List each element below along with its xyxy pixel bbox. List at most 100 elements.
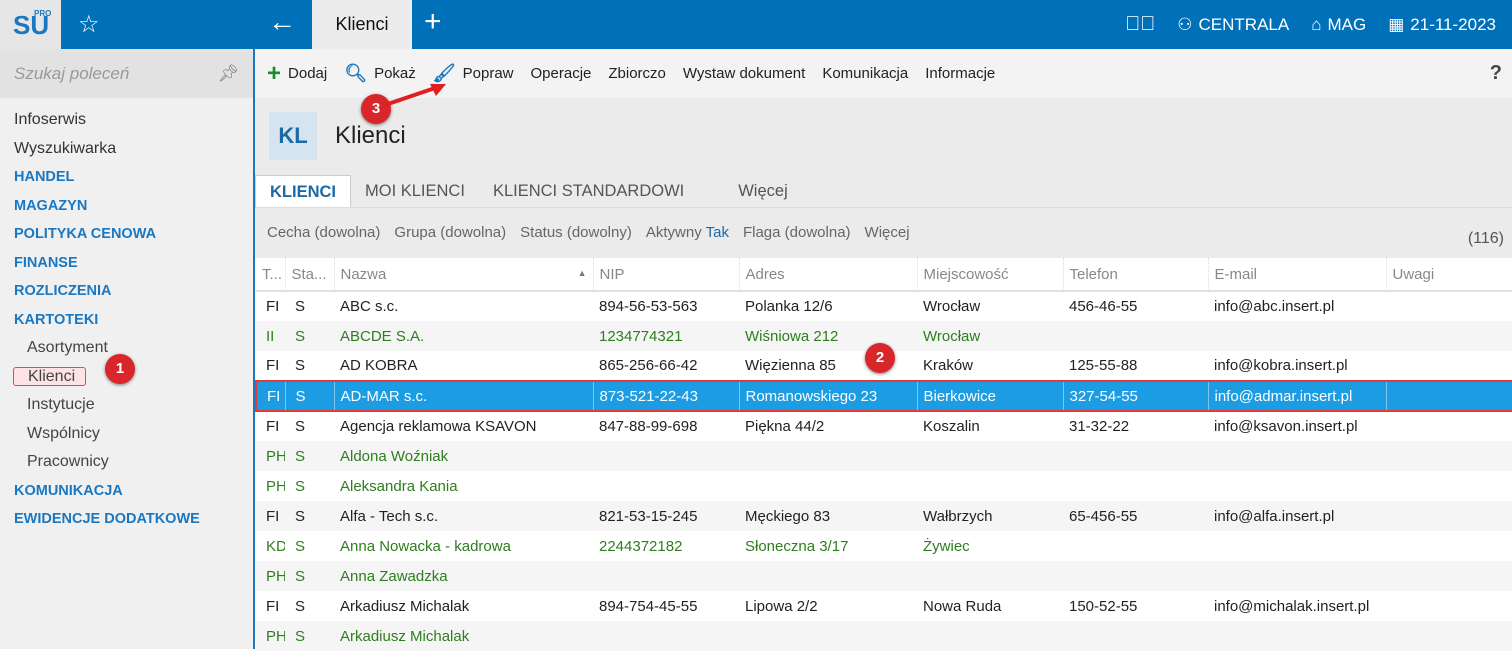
sidebar-item-komunikacja[interactable]: KOMUNIKACJA xyxy=(0,477,253,506)
table-cell: Nowa Ruda xyxy=(923,597,1002,615)
table-row[interactable]: PH S Aleksandra Kania xyxy=(256,471,1512,501)
table-cell: Bierkowice xyxy=(917,380,1064,412)
column-header[interactable]: Adres xyxy=(739,258,918,292)
table-cell: Agencja reklamowa KSAVON xyxy=(340,418,537,435)
tab-klienci-list[interactable]: KLIENCI xyxy=(255,175,351,207)
table-row[interactable]: FI S AD-MAR s.c. 873-521-22-43 Romanowskiego… xyxy=(255,380,1512,412)
table-cell xyxy=(739,471,917,501)
column-header[interactable]: T... xyxy=(256,258,286,292)
sidebar-item-wyszukiwarka[interactable]: Wyszukiwarka xyxy=(0,135,253,164)
date-selector[interactable]: ▦ 21-11-2023 xyxy=(1388,15,1496,35)
sidebar-item-infoserwis[interactable]: Infoserwis xyxy=(0,106,253,135)
favorites-star-icon[interactable]: ☆ xyxy=(78,10,100,39)
filter-status[interactable]: Status (dowolny) xyxy=(520,224,632,258)
sidebar-item-finanse[interactable]: FINANSE xyxy=(0,249,253,278)
filter-flaga[interactable]: Flaga (dowolna) xyxy=(743,224,851,258)
table-row[interactable]: PH S Aldona Woźniak xyxy=(256,441,1512,471)
table-cell: 847-88-99-698 xyxy=(599,418,698,435)
sidebar-item-rozliczenia[interactable]: ROZLICZENIA xyxy=(0,277,253,306)
table-cell xyxy=(1208,561,1386,591)
table-cell xyxy=(1386,621,1512,651)
table-cell: FI xyxy=(266,418,280,435)
sidebar: Szukaj poleceń 📌︎ Infoserwis Wyszukiwarka H… xyxy=(0,49,253,649)
operations-menu[interactable]: Operacje xyxy=(531,65,592,82)
tab-klienci-standardowi[interactable]: KLIENCI STANDARDOWI xyxy=(479,175,724,207)
branch-selector[interactable]: ⚇ CENTRALA xyxy=(1177,15,1289,35)
new-tab-plus-icon[interactable]: + xyxy=(424,5,442,39)
pin-icon[interactable]: 📌︎ xyxy=(217,64,239,84)
table-cell: PH xyxy=(256,561,285,591)
sidebar-item-magazyn[interactable]: MAGAZYN xyxy=(0,192,253,221)
help-button[interactable]: ? xyxy=(1490,62,1502,85)
table-row[interactable]: PH S Arkadiusz Michalak xyxy=(256,621,1512,651)
tab-more[interactable]: Więcej xyxy=(724,175,802,207)
bulk-menu[interactable]: Zbiorczo xyxy=(608,65,666,82)
sidebar-item-handel[interactable]: HANDEL xyxy=(0,163,253,192)
table-cell: Wrocław xyxy=(917,321,1063,351)
sidebar-item-label: Klienci xyxy=(13,366,87,386)
table-cell xyxy=(917,621,1063,651)
sidebar-item-kartoteki[interactable]: KARTOTEKI xyxy=(0,306,253,335)
plus-icon: + xyxy=(267,59,282,87)
sidebar-item-polityka-cenowa[interactable]: POLITYKA CENOWA xyxy=(0,220,253,249)
filter-aktywny[interactable]: Aktywny Tak xyxy=(646,224,729,258)
table-cell: Lipowa 2/2 xyxy=(745,597,818,615)
table-cell: FI xyxy=(266,357,280,374)
annotation-badge-1: 1 xyxy=(105,354,135,384)
table-cell: info@admar.insert.pl xyxy=(1208,380,1387,412)
column-header[interactable]: Uwagi xyxy=(1386,258,1512,292)
table-cell xyxy=(1063,321,1208,351)
command-search-input[interactable]: Szukaj poleceń 📌︎ xyxy=(0,49,253,98)
filter-aktywny-value: Tak xyxy=(705,224,729,241)
add-button[interactable]: + Dodaj xyxy=(267,60,327,88)
sidebar-item-ewidencje-dodatkowe[interactable]: EWIDENCJE DODATKOWE xyxy=(0,505,253,534)
table-cell xyxy=(1386,441,1512,471)
sidebar-item-instytucje[interactable]: Instytucje xyxy=(0,391,253,420)
table-row[interactable]: KD S Anna Nowacka - kadrowa 2244372182 Słone… xyxy=(256,531,1512,561)
table-cell xyxy=(739,621,917,651)
list-tabs: KLIENCI MOI KLIENCI KLIENCI STANDARDOWI … xyxy=(255,175,1512,208)
sidebar-item-pracownicy[interactable]: Pracownicy xyxy=(0,448,253,477)
table-cell: PH xyxy=(256,441,285,471)
issue-document-menu[interactable]: Wystaw dokument xyxy=(683,65,805,82)
table-cell xyxy=(1208,621,1386,651)
table-cell xyxy=(739,441,917,471)
table-cell: S xyxy=(295,418,306,435)
date-label: 21-11-2023 xyxy=(1410,14,1496,34)
tab-moi-klienci[interactable]: MOI KLIENCI xyxy=(351,175,479,207)
table-row[interactable]: PH S Anna Zawadzka xyxy=(256,561,1512,591)
table-cell: 456-46-55 xyxy=(1069,298,1138,315)
table-cell: Wrocław xyxy=(923,298,981,315)
warehouse-selector[interactable]: ⌂ MAG xyxy=(1311,15,1366,35)
column-header[interactable]: Nazwa ▲ xyxy=(334,258,594,292)
check-icon[interactable]: ✓⃝ xyxy=(1125,13,1155,36)
table-cell: info@michalak.insert.pl xyxy=(1214,597,1370,615)
table-cell xyxy=(1386,291,1512,321)
table-row[interactable]: FI S ABC s.c. 894-56-53-563 Polanka 12/6 Wroc… xyxy=(256,291,1512,321)
sidebar-item-wspólnicy[interactable]: Wspólnicy xyxy=(0,420,253,449)
filter-grupa[interactable]: Grupa (dowolna) xyxy=(394,224,506,258)
filter-cecha[interactable]: Cecha (dowolna) xyxy=(267,224,380,258)
communication-menu[interactable]: Komunikacja xyxy=(822,65,908,82)
table-row[interactable]: FI S Arkadiusz Michalak 894-754-45-55 Lipowa… xyxy=(256,591,1512,621)
filter-more[interactable]: Więcej xyxy=(865,224,910,258)
table-cell xyxy=(1386,351,1512,381)
back-arrow-icon[interactable]: ← xyxy=(268,6,296,38)
column-header[interactable]: Miejscowość xyxy=(917,258,1064,292)
table-cell: 873-521-22-43 xyxy=(593,380,740,412)
app-logo[interactable]: SU PRO xyxy=(0,0,61,49)
column-header[interactable]: E-mail xyxy=(1208,258,1387,292)
sort-asc-icon[interactable]: ▲ xyxy=(578,268,587,278)
table-row[interactable]: FI S Alfa - Tech s.c. 821-53-15-245 Męckiego… xyxy=(256,501,1512,531)
network-icon: ⚇ xyxy=(1177,14,1193,34)
column-header[interactable]: Sta... xyxy=(285,258,335,292)
column-header[interactable]: Telefon xyxy=(1063,258,1209,292)
table-row[interactable]: FI S Agencja reklamowa KSAVON 847-88-99-698… xyxy=(256,411,1512,441)
information-menu[interactable]: Informacje xyxy=(925,65,995,82)
table-cell: S xyxy=(295,537,306,555)
warehouse-icon: ⌂ xyxy=(1311,14,1322,34)
tab-klienci[interactable]: Klienci xyxy=(312,0,412,49)
table-cell: Piękna 44/2 xyxy=(745,418,825,435)
column-header[interactable]: NIP xyxy=(593,258,740,292)
table-cell xyxy=(1386,411,1512,441)
